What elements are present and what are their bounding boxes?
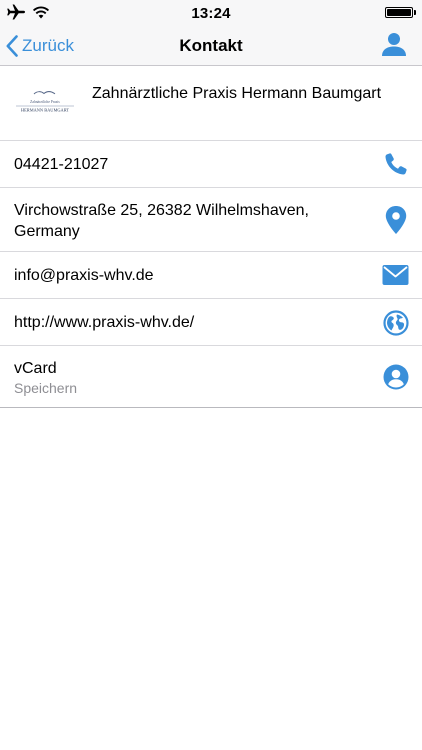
contact-screen: 13:24 Zurück Kontakt Zahnärztliche Praxi… (0, 0, 422, 750)
website-row[interactable]: http://www.praxis-whv.de/ (0, 299, 422, 346)
navigation-bar: Zurück Kontakt (0, 26, 422, 66)
logo-text-bottom: HERMANN BAUMGART (21, 108, 69, 113)
vcard-sublabel: Speichern (14, 380, 78, 396)
battery-tip (414, 10, 416, 15)
contact-card-icon (383, 364, 409, 390)
phone-number: 04421-21027 (14, 156, 109, 173)
battery-fill (387, 9, 411, 16)
website-url: http://www.praxis-whv.de/ (14, 314, 195, 331)
phone-icon (385, 153, 407, 175)
practice-logo: Zahnärztliche Praxis HERMANN BAUMGART (16, 91, 74, 113)
phone-row[interactable]: 04421-21027 (0, 141, 422, 188)
practice-header: Zahnärztliche Praxis HERMANN BAUMGART Za… (0, 66, 422, 141)
address-row[interactable]: Virchowstraße 25, 26382 Wilhelmshaven, G… (0, 188, 422, 252)
email-row[interactable]: info@praxis-whv.de (0, 252, 422, 299)
logo-text-top: Zahnärztliche Praxis (30, 100, 60, 104)
vcard-row[interactable]: vCard Speichern (0, 346, 422, 408)
vcard-label: vCard (14, 360, 57, 377)
address-text: Virchowstraße 25, 26382 Wilhelmshaven, G… (14, 202, 309, 240)
location-pin-icon (385, 206, 407, 234)
status-time: 13:24 (191, 5, 231, 22)
battery-icon (385, 7, 416, 18)
globe-icon (383, 310, 409, 336)
person-icon[interactable] (380, 30, 408, 58)
mail-icon (382, 265, 409, 285)
battery-body (385, 7, 413, 18)
status-bar: 13:24 (0, 0, 422, 26)
email-address: info@praxis-whv.de (14, 267, 154, 284)
page-title: Kontakt (179, 36, 243, 55)
practice-name: Zahnärztliche Praxis Hermann Baumgart (92, 85, 382, 102)
